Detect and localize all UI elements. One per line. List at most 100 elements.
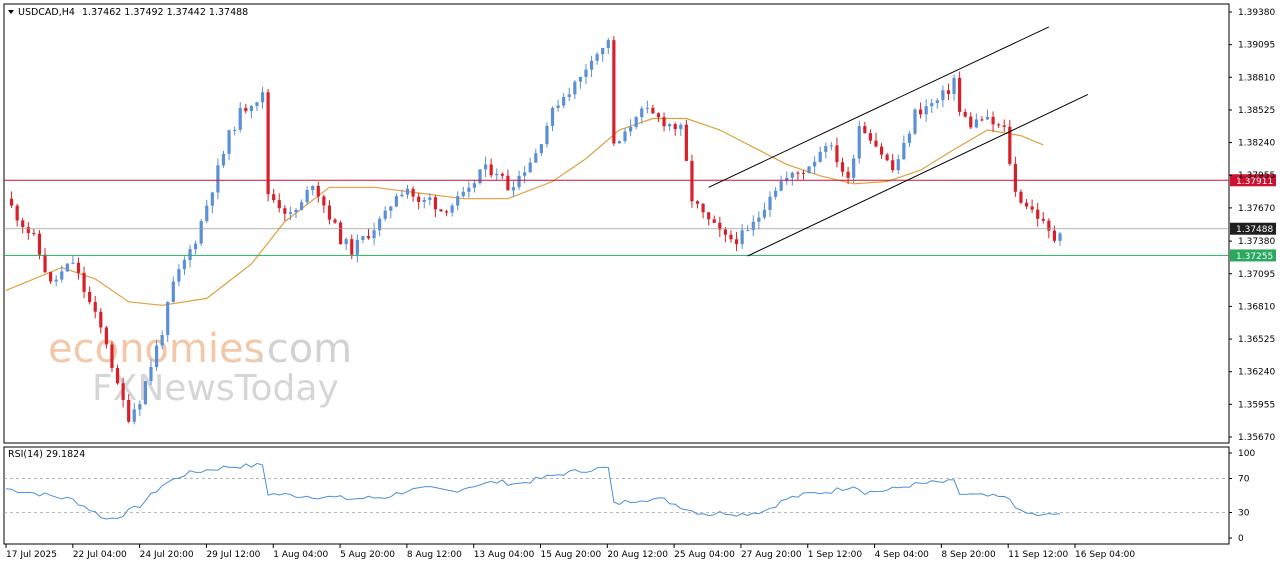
candle-bearish: [15, 205, 19, 221]
candle-bullish: [562, 96, 566, 106]
candle-bullish: [450, 205, 454, 213]
candle-bearish: [1047, 220, 1051, 231]
candle-bullish: [601, 47, 605, 55]
candle-bullish: [400, 194, 404, 197]
candle-bullish: [935, 100, 939, 104]
candle-bearish: [879, 146, 884, 155]
candle-bearish: [1036, 209, 1040, 219]
candle-bearish: [93, 302, 97, 312]
time-tick-label: 25 Aug 04:00: [674, 550, 735, 560]
candle-bearish: [110, 344, 114, 369]
candle-bearish: [891, 160, 895, 171]
candle-bullish: [567, 94, 571, 97]
time-tick-label: 4 Sep 04:00: [875, 550, 930, 560]
candle-bullish: [288, 212, 293, 214]
candle-bearish: [9, 198, 14, 206]
candle-bearish: [835, 145, 839, 163]
candle-bearish: [444, 211, 449, 213]
candle-bullish: [389, 206, 393, 211]
candle-bullish: [305, 190, 309, 203]
candle-bullish: [896, 159, 900, 171]
candle-bullish: [394, 196, 398, 207]
candle-bullish: [260, 92, 265, 103]
time-tick-label: 27 Aug 20:00: [741, 550, 802, 560]
current-level-label: 1.37488: [1236, 225, 1273, 235]
candle-bullish: [628, 126, 633, 132]
candle-bullish: [768, 196, 772, 210]
candle-bearish: [127, 399, 131, 422]
candle-bullish: [634, 117, 638, 127]
price-tick-label: 1.37095: [1238, 270, 1275, 280]
candle-bullish: [194, 243, 198, 250]
candle-bullish: [813, 161, 817, 167]
candle-bearish: [115, 368, 120, 384]
time-tick-label: 17 Jul 2025: [6, 550, 57, 560]
rsi-tick-label: 0: [1238, 534, 1244, 544]
candle-bullish: [422, 199, 426, 202]
candle-bearish: [21, 220, 25, 228]
candle-bearish: [327, 205, 332, 220]
candle-bearish: [266, 92, 270, 195]
candle-bearish: [734, 239, 739, 245]
candle-bearish: [1019, 191, 1023, 203]
candle-bullish: [523, 172, 527, 176]
time-tick-label: 20 Aug 12:00: [607, 550, 668, 560]
candle-bullish: [143, 381, 148, 405]
candle-bullish: [233, 129, 237, 131]
candle-bullish: [640, 108, 644, 118]
candle-bearish: [690, 160, 694, 202]
candle-bearish: [656, 113, 661, 118]
time-tick-label: 11 Sep 12:00: [1008, 550, 1068, 560]
candle-bearish: [946, 90, 951, 94]
candle-bullish: [550, 107, 555, 126]
rsi-header: RSI(14) 29.1824: [8, 449, 85, 460]
price-tick-label: 1.35955: [1238, 400, 1275, 410]
candle-bullish: [467, 187, 471, 192]
candle-bullish: [65, 263, 69, 272]
support-level-label: 1.37255: [1236, 252, 1273, 262]
candle-bullish: [852, 158, 856, 178]
candle-bullish: [534, 153, 538, 163]
candle-bullish: [807, 166, 811, 174]
candle-bullish: [54, 279, 58, 282]
candle-bearish: [723, 229, 727, 235]
time-tick-label: 13 Aug 04:00: [474, 550, 535, 560]
candle-bullish: [790, 172, 794, 178]
candle-bearish: [316, 185, 320, 197]
time-tick-label: 5 Aug 20:00: [340, 550, 395, 560]
candle-bullish: [132, 409, 136, 422]
candle-bearish: [651, 107, 655, 114]
candle-bearish: [88, 291, 92, 303]
candle-bullish: [578, 76, 583, 82]
candle-bearish: [1002, 125, 1006, 127]
candle-bullish: [924, 106, 928, 115]
price-tick-label: 1.35670: [1238, 433, 1275, 443]
candle-bullish: [361, 236, 365, 240]
candle-bearish: [411, 188, 415, 197]
candle-bearish: [1024, 202, 1029, 207]
candle-bullish: [483, 164, 488, 170]
candle-bearish: [969, 116, 973, 128]
candle-bullish: [930, 103, 934, 107]
ohlc-values: 1.37462 1.37492 1.37442 1.37488: [82, 7, 248, 18]
candle-bearish: [283, 208, 287, 214]
candle-bullish: [573, 81, 577, 95]
candle-bullish: [528, 162, 532, 173]
price-tick-label: 1.37380: [1238, 237, 1275, 247]
candle-bullish: [472, 183, 477, 188]
candle-bullish: [60, 271, 64, 280]
candle-bearish: [707, 212, 711, 220]
candle-bearish: [918, 109, 923, 115]
candle-bullish: [913, 109, 917, 134]
price-tick-label: 1.38525: [1238, 106, 1275, 116]
candle-bearish: [612, 40, 616, 144]
time-tick-label: 8 Sep 20:00: [941, 550, 996, 560]
candle-bullish: [227, 130, 231, 154]
candle-bearish: [662, 117, 666, 127]
candle-bullish: [171, 281, 175, 302]
candle-bullish: [299, 202, 304, 210]
time-tick-label: 1 Aug 04:00: [273, 550, 328, 560]
price-tick-label: 1.38810: [1238, 73, 1275, 83]
candle-bearish: [76, 262, 81, 273]
candle-bullish: [372, 230, 376, 239]
